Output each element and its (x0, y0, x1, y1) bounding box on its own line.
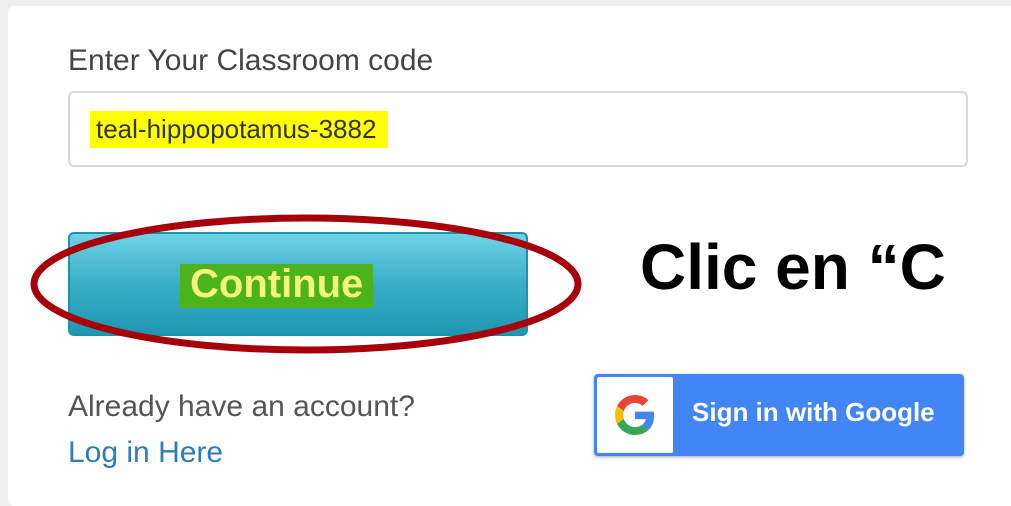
classroom-code-value: teal-hippopotamus-3882 (90, 111, 389, 148)
classroom-code-input[interactable]: teal-hippopotamus-3882 (68, 91, 968, 167)
already-have-account-text: Already have an account? (68, 390, 415, 423)
classroom-code-label: Enter Your Classroom code (68, 44, 434, 77)
annotation-text: Clic en “C (640, 231, 946, 303)
google-g-icon (615, 395, 655, 435)
login-card: Enter Your Classroom code teal-hippopota… (8, 6, 1011, 506)
log-in-link[interactable]: Log in Here (68, 436, 223, 470)
google-icon-container (597, 377, 673, 453)
google-sign-in-label: Sign in with Google (692, 397, 935, 427)
annotation-ellipse (30, 214, 582, 354)
google-sign-in-button[interactable]: Sign in with Google (594, 374, 964, 456)
